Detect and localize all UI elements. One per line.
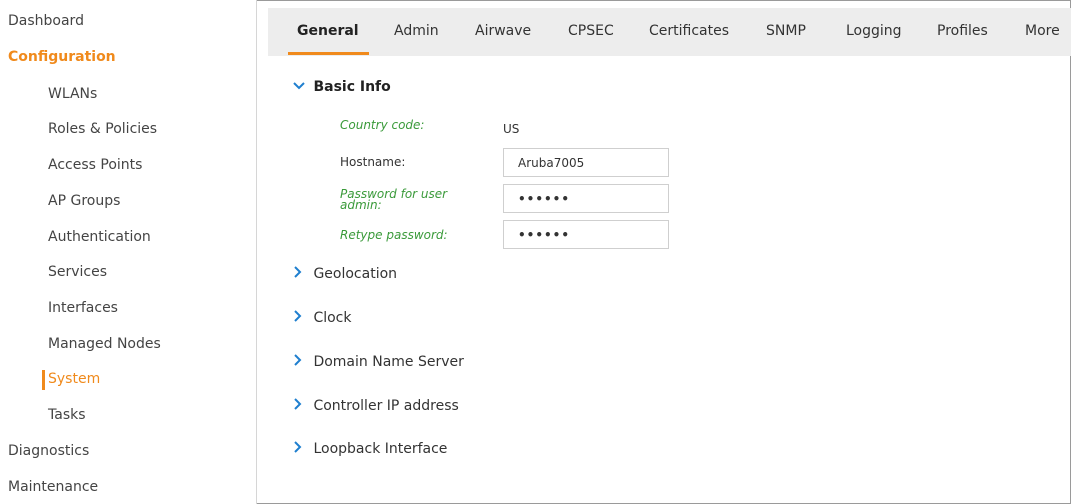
country-code-value: US <box>503 122 520 136</box>
tab-cpsec[interactable]: CPSEC <box>568 23 614 39</box>
chevron-right-icon <box>293 310 309 326</box>
sidebar-item-dashboard[interactable]: Dashboard <box>8 13 84 29</box>
section-loopback-interface[interactable]: Loopback Interface <box>293 441 447 457</box>
section-basic-info[interactable]: Basic Info <box>293 79 391 95</box>
retype-password-label: Retype password: <box>340 228 448 242</box>
hostname-input[interactable] <box>503 148 669 177</box>
section-geolocation[interactable]: Geolocation <box>293 266 397 282</box>
sidebar-item-diagnostics[interactable]: Diagnostics <box>8 443 89 459</box>
country-code-label: Country code: <box>340 118 425 132</box>
tab-certificates[interactable]: Certificates <box>649 23 729 39</box>
sidebar-item-ap-groups[interactable]: AP Groups <box>48 193 120 209</box>
section-label: Loopback Interface <box>313 441 448 457</box>
sidebar-item-wlans[interactable]: WLANs <box>48 86 97 102</box>
section-controller-ip-address[interactable]: Controller IP address <box>293 398 459 414</box>
chevron-right-icon <box>293 398 309 414</box>
sidebar-item-system[interactable]: System <box>48 371 100 387</box>
chevron-right-icon <box>293 266 309 282</box>
section-clock[interactable]: Clock <box>293 310 352 326</box>
password-input[interactable] <box>503 184 669 213</box>
sidebar-item-roles-policies[interactable]: Roles & Policies <box>48 121 157 137</box>
sidebar-item-configuration[interactable]: Configuration <box>8 49 116 65</box>
password-label: Password for user admin: <box>340 187 448 212</box>
tab-general[interactable]: General <box>297 23 359 39</box>
section-label: Clock <box>313 310 352 326</box>
sidebar-item-managed-nodes[interactable]: Managed Nodes <box>48 336 161 352</box>
sidebar-item-authentication[interactable]: Authentication <box>48 229 151 245</box>
tab-more[interactable]: More <box>1025 23 1060 39</box>
tab-logging[interactable]: Logging <box>846 23 902 39</box>
active-tab-underline <box>288 52 369 55</box>
section-title: Basic Info <box>313 79 391 95</box>
sidebar-item-maintenance[interactable]: Maintenance <box>8 479 98 495</box>
chevron-down-icon <box>293 79 309 95</box>
retype-password-input[interactable] <box>503 220 669 249</box>
section-label: Domain Name Server <box>313 354 464 370</box>
sidebar-item-tasks[interactable]: Tasks <box>48 407 86 423</box>
tab-admin[interactable]: Admin <box>394 23 439 39</box>
tab-profiles[interactable]: Profiles <box>937 23 988 39</box>
tab-airwave[interactable]: Airwave <box>475 23 531 39</box>
sidebar-item-access-points[interactable]: Access Points <box>48 157 142 173</box>
section-label: Controller IP address <box>313 398 459 414</box>
sidebar-item-interfaces[interactable]: Interfaces <box>48 300 118 316</box>
section-label: Geolocation <box>313 266 398 282</box>
sidebar: Dashboard Configuration WLANs Roles & Po… <box>0 0 257 504</box>
sidebar-item-services[interactable]: Services <box>48 264 107 280</box>
hostname-label: Hostname: <box>340 155 406 169</box>
chevron-right-icon <box>293 354 309 370</box>
section-domain-name-server[interactable]: Domain Name Server <box>293 354 464 370</box>
tab-snmp[interactable]: SNMP <box>766 23 806 39</box>
active-indicator <box>42 370 45 390</box>
chevron-right-icon <box>293 441 309 457</box>
